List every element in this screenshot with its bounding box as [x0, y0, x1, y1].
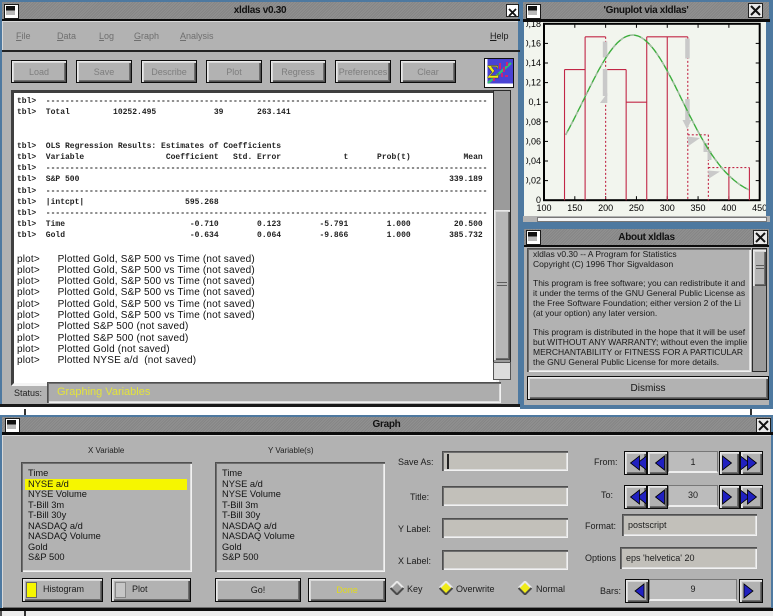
svg-text:200: 200 [598, 203, 613, 213]
svg-text:0,1: 0,1 [528, 97, 541, 107]
svg-text:250: 250 [629, 203, 644, 213]
svg-text:0,16: 0,16 [526, 38, 541, 48]
svg-text:150: 150 [567, 203, 582, 213]
svg-text:300: 300 [660, 203, 675, 213]
svg-text:0,06: 0,06 [526, 136, 541, 146]
svg-text:0,02: 0,02 [526, 176, 541, 186]
svg-text:0,08: 0,08 [526, 117, 541, 127]
svg-text:450: 450 [752, 203, 766, 213]
svg-text:0,04: 0,04 [526, 156, 541, 166]
svg-text:0: 0 [536, 195, 541, 205]
svg-text:0,18: 0,18 [526, 22, 541, 29]
svg-text:0,12: 0,12 [526, 78, 541, 88]
svg-text:400: 400 [721, 203, 736, 213]
svg-text:0,14: 0,14 [526, 58, 541, 68]
svg-text:350: 350 [691, 203, 706, 213]
